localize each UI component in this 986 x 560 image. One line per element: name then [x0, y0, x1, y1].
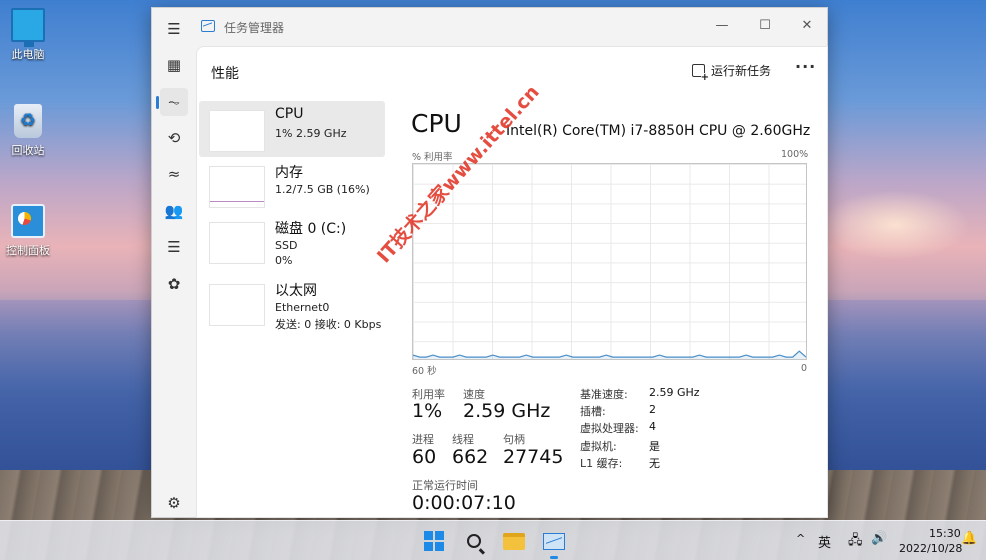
volume-icon[interactable]: 🔊: [871, 531, 887, 546]
cpu-model-name: Intel(R) Core(TM) i7-8850H CPU @ 2.60GHz: [506, 123, 811, 139]
clock-date[interactable]: 2022/10/28: [899, 542, 962, 555]
spec-value: 2: [649, 403, 656, 416]
task-manager-window: 任务管理器 — ☐ ✕ ☰ ▦ ⏦ ⟲ ≈ 👥 ☰ ✿ ⚙ 性能 运行新任务 ·…: [151, 7, 828, 518]
processes-label: 进程: [412, 433, 434, 446]
processes-icon[interactable]: ▦: [160, 51, 188, 79]
threads-value: 662: [452, 446, 489, 468]
cpu-thumbnail: [209, 110, 265, 152]
search-icon: [467, 534, 481, 548]
spec-label: 基准速度:: [580, 388, 628, 401]
desktop-icon-this-pc[interactable]: 此电脑: [2, 8, 54, 62]
users-icon[interactable]: 👥: [160, 197, 188, 225]
resource-detail: 1.2/7.5 GB (16%): [275, 183, 370, 196]
window-title: 任务管理器: [224, 21, 285, 35]
resource-detail: SSD: [275, 239, 298, 252]
y-axis-label: % 利用率: [412, 152, 453, 163]
resource-name: 磁盘 0 (C:): [275, 221, 347, 237]
notification-icon[interactable]: 🔔: [961, 531, 977, 546]
spec-value: 2.59 GHz: [649, 386, 700, 399]
utilization-value: 1%: [412, 400, 443, 422]
file-explorer-button[interactable]: [500, 527, 528, 555]
tray-overflow-chevron[interactable]: ^: [796, 532, 805, 545]
services-icon[interactable]: ✿: [160, 270, 188, 298]
x-axis-right-label: 0: [801, 363, 808, 374]
processes-value: 60: [412, 446, 437, 468]
speed-value: 2.59 GHz: [463, 400, 551, 422]
y-axis-max-label: 100%: [781, 149, 809, 160]
active-app-indicator: [550, 556, 558, 559]
spec-value: 是: [649, 440, 660, 453]
desktop-icon-control-panel[interactable]: 控制面板: [2, 204, 54, 258]
desktop-icon-label: 回收站: [11, 144, 45, 157]
settings-icon[interactable]: ⚙: [160, 489, 188, 517]
resource-name: 以太网: [275, 283, 317, 299]
uptime-value: 0:00:07:10: [412, 492, 516, 514]
task-manager-icon: [543, 532, 565, 550]
performance-icon[interactable]: ⏦: [156, 88, 188, 116]
desktop-wallpaper-glow: [820, 190, 970, 260]
cpu-usage-graph: [412, 163, 807, 360]
more-options-button[interactable]: ···: [795, 57, 816, 76]
spec-label: 虚拟机:: [580, 440, 617, 453]
spec-value: 4: [649, 420, 656, 433]
uptime-label: 正常运行时间: [412, 479, 478, 492]
disk-thumbnail: [209, 222, 265, 264]
network-icon[interactable]: 🖧: [848, 531, 863, 553]
input-language-indicator[interactable]: 英: [818, 532, 831, 551]
details-icon[interactable]: ☰: [160, 233, 188, 261]
threads-label: 线程: [452, 433, 474, 446]
ethernet-thumbnail: [209, 284, 265, 326]
maximize-button[interactable]: ☐: [745, 13, 785, 39]
x-axis-left-label: 60 秒: [412, 366, 437, 377]
spec-label: 插槽:: [580, 405, 606, 418]
spec-label: L1 缓存:: [580, 457, 623, 470]
desktop-icon-label: 控制面板: [6, 244, 50, 257]
page-title: 性能: [211, 66, 239, 82]
handles-label: 句柄: [503, 433, 525, 446]
resource-item-ethernet[interactable]: 以太网 Ethernet0 发送: 0 接收: 0 Kbps: [199, 275, 385, 337]
desktop-icon-label: 此电脑: [11, 48, 45, 61]
task-manager-taskbar-button[interactable]: [540, 527, 568, 555]
resource-name: 内存: [275, 165, 303, 181]
minimize-button[interactable]: —: [702, 13, 742, 39]
close-button[interactable]: ✕: [787, 13, 827, 39]
resource-detail: 1% 2.59 GHz: [275, 127, 347, 140]
nav-rail: ☰ ▦ ⏦ ⟲ ≈ 👥 ☰ ✿ ⚙: [152, 8, 196, 517]
resource-list: CPU 1% 2.59 GHz 内存 1.2/7.5 GB (16%) 磁盘 0…: [199, 101, 385, 337]
folder-icon: [503, 532, 525, 550]
resource-detail: Ethernet0: [275, 301, 330, 314]
spec-label: 虚拟处理器:: [580, 422, 639, 435]
app-history-icon[interactable]: ⟲: [160, 124, 188, 152]
memory-thumbnail: [209, 166, 265, 208]
run-new-task-button[interactable]: 运行新任务: [692, 62, 772, 82]
search-button[interactable]: [460, 527, 488, 555]
control-panel-icon: [11, 204, 45, 238]
startup-apps-icon[interactable]: ≈: [160, 160, 188, 188]
hamburger-menu-icon[interactable]: ☰: [160, 15, 188, 43]
spec-value: 无: [649, 457, 660, 470]
resource-detail: 发送: 0 接收: 0 Kbps: [275, 318, 382, 331]
detail-title: CPU: [411, 109, 462, 138]
start-button[interactable]: [420, 527, 448, 555]
taskbar: ^ 英 🖧 🔊 15:30 2022/10/28 🔔: [0, 520, 986, 560]
handles-value: 27745: [503, 446, 564, 468]
task-manager-app-icon: [201, 20, 215, 32]
recycle-bin-icon: ♻: [14, 104, 42, 138]
resource-item-disk[interactable]: 磁盘 0 (C:) SSD 0%: [199, 213, 385, 275]
resource-detail: 0%: [275, 254, 293, 267]
computer-icon: [11, 8, 45, 47]
resource-item-memory[interactable]: 内存 1.2/7.5 GB (16%): [199, 157, 385, 213]
run-task-icon: [692, 64, 709, 82]
run-task-label: 运行新任务: [711, 64, 772, 78]
clock-time[interactable]: 15:30: [929, 527, 961, 540]
windows-logo-icon: [424, 531, 444, 551]
resource-item-cpu[interactable]: CPU 1% 2.59 GHz: [199, 101, 385, 157]
resource-name: CPU: [275, 106, 304, 122]
cpu-usage-line-chart: [413, 350, 806, 359]
desktop-icon-recycle-bin[interactable]: ♻ 回收站: [2, 104, 54, 158]
title-bar[interactable]: 任务管理器 — ☐ ✕: [152, 8, 827, 46]
